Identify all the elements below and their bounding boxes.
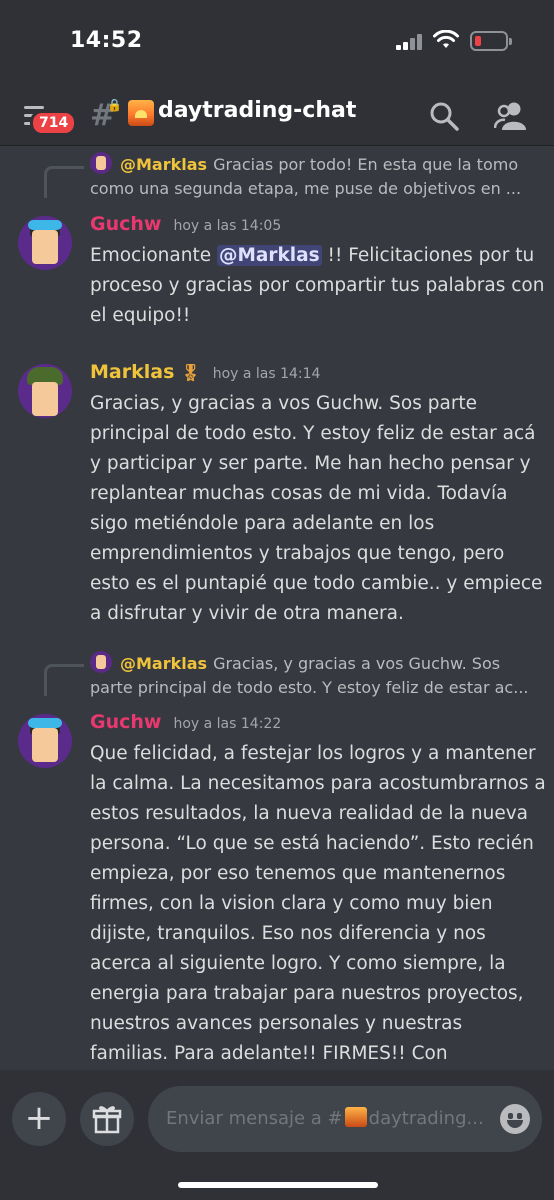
status-bar: 14:52 xyxy=(0,0,554,82)
message-list[interactable]: @Marklas Gracias por todo! En esta que la… xyxy=(0,146,554,1070)
plus-icon: + xyxy=(24,1098,54,1138)
timestamp: hoy a las 14:14 xyxy=(212,366,321,382)
timestamp: hoy a las 14:05 xyxy=(173,218,282,234)
wifi-icon xyxy=(433,30,459,48)
emoji-picker-button[interactable] xyxy=(500,1104,530,1134)
reply-author[interactable]: @Marklas xyxy=(120,155,207,174)
author-name[interactable]: Marklas xyxy=(90,361,174,383)
message-author[interactable]: Guchw hoy a las 14:22 xyxy=(90,711,281,733)
reply-connector xyxy=(44,166,84,198)
reply-author[interactable]: @Marklas xyxy=(120,654,207,673)
author-name[interactable]: Guchw xyxy=(90,213,161,235)
sunrise-emoji-icon xyxy=(128,100,154,126)
battery-icon xyxy=(470,31,512,51)
message-body: Gracias, y gracias a vos Guchw. Sos part… xyxy=(90,393,543,624)
channel-name[interactable]: daytrading-chat xyxy=(158,98,356,123)
members-icon[interactable] xyxy=(494,100,530,132)
reply-preview[interactable]: @Marklas Gracias por todo! En esta que la… xyxy=(90,152,536,201)
avatar xyxy=(90,651,112,673)
reply-connector xyxy=(44,664,84,696)
lock-icon: 🔒 xyxy=(107,98,122,112)
gift-button[interactable] xyxy=(80,1092,134,1146)
avatar[interactable] xyxy=(18,216,72,270)
placeholder-channel: daytrading... xyxy=(368,1108,484,1129)
timestamp: hoy a las 14:22 xyxy=(173,716,282,732)
sunrise-emoji-icon xyxy=(344,1107,367,1127)
home-indicator xyxy=(178,1182,378,1188)
user-mention[interactable]: @Marklas xyxy=(216,245,322,266)
message-author[interactable]: Guchw hoy a las 14:05 xyxy=(90,213,281,235)
message-composer: + Enviar mensaje a # daytrading... xyxy=(0,1070,554,1200)
add-attachment-button[interactable]: + xyxy=(12,1092,66,1146)
body-text: Emocionante xyxy=(90,245,217,266)
channel-header: 714 # 🔒 daytrading-chat xyxy=(0,82,554,146)
message-author[interactable]: Marklas 🎖 hoy a las 14:14 xyxy=(90,361,320,383)
search-icon[interactable] xyxy=(428,100,460,132)
message-body: Emocionante @Marklas !! Felicitaciones p… xyxy=(90,241,546,331)
notification-badge: 714 xyxy=(30,110,78,136)
message-body: Que felicidad, a festejar los logros y a… xyxy=(90,743,546,1064)
cellular-signal-icon xyxy=(396,34,426,50)
avatar[interactable] xyxy=(18,364,72,418)
placeholder-text: Enviar mensaje a # xyxy=(166,1108,343,1129)
input-placeholder: Enviar mensaje a # daytrading... xyxy=(166,1107,484,1129)
status-time: 14:52 xyxy=(70,28,143,53)
author-name[interactable]: Guchw xyxy=(90,711,161,733)
avatar[interactable] xyxy=(18,714,72,768)
reply-preview[interactable]: @Marklas Gracias, y gracias a vos Guchw. … xyxy=(90,651,536,700)
gift-icon xyxy=(92,1106,122,1134)
medal-icon: 🎖 xyxy=(180,363,201,382)
message-input[interactable]: Enviar mensaje a # daytrading... xyxy=(148,1086,542,1152)
avatar xyxy=(90,152,112,174)
